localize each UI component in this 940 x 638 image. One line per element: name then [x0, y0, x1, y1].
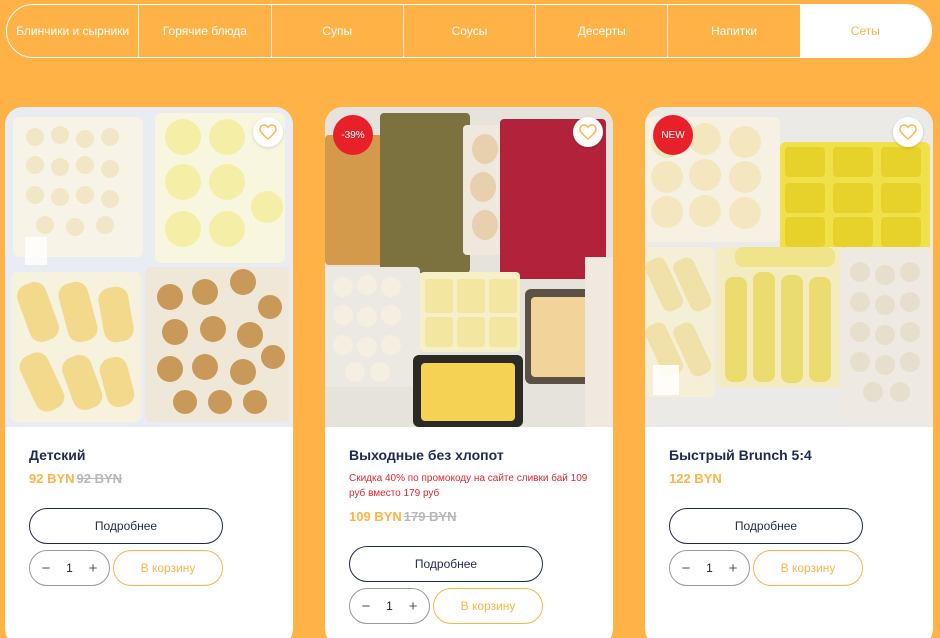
- add-to-cart-button[interactable]: В корзину: [113, 550, 223, 586]
- quantity-value[interactable]: 1: [706, 561, 713, 575]
- details-button[interactable]: Подробнее: [349, 546, 543, 582]
- tab-sets[interactable]: Сеты: [799, 5, 931, 57]
- product-card: NEW Быстрый Brunch 5:4 122 BYN Подробнее…: [645, 107, 933, 638]
- tab-drinks[interactable]: Напитки: [667, 5, 799, 57]
- tab-hot-dishes[interactable]: Горячие блюда: [138, 5, 270, 57]
- product-price: 109 BYN 179 BYN: [349, 509, 589, 524]
- quantity-stepper: − 1 +: [349, 588, 430, 624]
- discount-badge: -39%: [333, 115, 373, 155]
- product-photo[interactable]: [5, 107, 293, 427]
- current-price: 109 BYN: [349, 509, 402, 524]
- tab-label: Сеты: [850, 23, 880, 38]
- product-card: -39% Выходные без хлопот Скидка 40% по п…: [325, 107, 613, 638]
- quantity-value[interactable]: 1: [386, 599, 393, 613]
- current-price: 92 BYN: [29, 471, 75, 486]
- plus-icon[interactable]: +: [86, 560, 100, 577]
- product-price: 92 BYN 92 BYN: [29, 471, 269, 486]
- add-to-cart-button[interactable]: В корзину: [433, 588, 543, 624]
- product-name: Быстрый Brunch 5:4: [669, 447, 812, 463]
- cart-row: − 1 + В корзину: [669, 550, 909, 586]
- old-price: 92 BYN: [76, 471, 123, 486]
- minus-icon[interactable]: −: [39, 560, 53, 577]
- plus-icon[interactable]: +: [726, 560, 740, 577]
- heart-icon: [259, 124, 277, 140]
- product-card: Детский 92 BYN 92 BYN Подробнее − 1 + В к…: [5, 107, 293, 638]
- category-tabs: Блинчики и сырники Горячие блюда Супы Со…: [6, 4, 932, 58]
- favorite-button[interactable]: [893, 117, 923, 147]
- product-photo[interactable]: NEW: [645, 107, 933, 427]
- old-price: 179 BYN: [403, 509, 457, 524]
- current-price: 122 BYN: [669, 471, 722, 486]
- plus-icon[interactable]: +: [406, 598, 420, 615]
- product-name: Выходные без хлопот: [349, 447, 504, 463]
- tab-sauces[interactable]: Соусы: [402, 5, 535, 57]
- heart-icon: [579, 124, 597, 140]
- heart-icon: [899, 124, 917, 140]
- tab-label: Горячие блюда: [162, 23, 247, 38]
- tab-bliny[interactable]: Блинчики и сырники: [7, 5, 138, 57]
- new-badge: NEW: [653, 115, 693, 155]
- favorite-button[interactable]: [573, 117, 603, 147]
- tab-label: Соусы: [451, 23, 488, 38]
- cart-row: − 1 + В корзину: [29, 550, 269, 586]
- tab-soups[interactable]: Супы: [270, 5, 403, 57]
- product-name: Детский: [29, 447, 86, 463]
- add-to-cart-button[interactable]: В корзину: [753, 550, 863, 586]
- product-info: Детский 92 BYN 92 BYN Подробнее − 1 + В к…: [29, 447, 269, 586]
- tab-label: Блинчики и сырники: [16, 23, 130, 38]
- cart-row: − 1 + В корзину: [349, 588, 589, 624]
- quantity-stepper: − 1 +: [669, 550, 750, 586]
- tab-label: Напитки: [711, 23, 758, 38]
- minus-icon[interactable]: −: [679, 560, 693, 577]
- details-button[interactable]: Подробнее: [29, 508, 223, 544]
- product-price: 122 BYN: [669, 471, 909, 486]
- favorite-button[interactable]: [253, 117, 283, 147]
- minus-icon[interactable]: −: [359, 598, 373, 615]
- tab-label: Десерты: [577, 23, 626, 38]
- promo-text: Скидка 40% по промокоду на сайте сливки …: [349, 473, 588, 499]
- tab-label: Супы: [322, 23, 353, 38]
- tab-desserts[interactable]: Десерты: [535, 5, 667, 57]
- details-button[interactable]: Подробнее: [669, 508, 863, 544]
- quantity-value[interactable]: 1: [66, 561, 73, 575]
- product-info: Выходные без хлопот Скидка 40% по промок…: [349, 447, 589, 624]
- quantity-stepper: − 1 +: [29, 550, 110, 586]
- product-info: Быстрый Brunch 5:4 122 BYN Подробнее − 1…: [669, 447, 909, 586]
- product-photo[interactable]: -39%: [325, 107, 613, 427]
